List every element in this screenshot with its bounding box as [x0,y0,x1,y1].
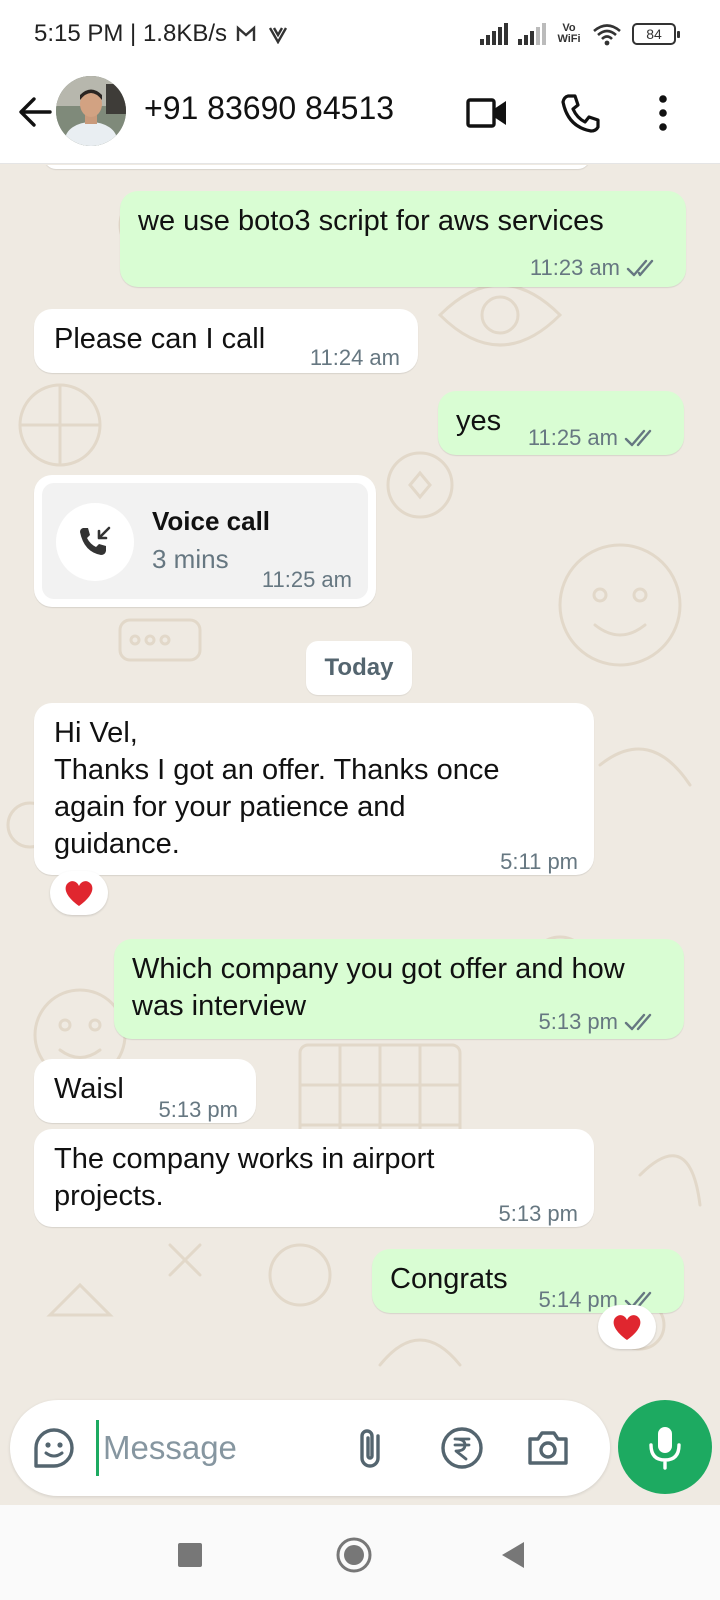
phone-call-icon[interactable] [558,90,604,136]
message-text: yes [456,405,502,437]
voice-call-bubble[interactable]: Voice call 3 mins 11:25 am [34,475,376,607]
reaction-badge[interactable] [50,871,108,915]
video-call-icon[interactable] [464,90,510,136]
message-composer [10,1400,610,1496]
voice-record-button[interactable] [618,1400,712,1494]
message-text: Hi Vel, Thanks I got an offer. Thanks on… [54,717,500,860]
call-card: Voice call 3 mins 11:25 am [42,483,368,599]
message-bubble[interactable]: Hi Vel, Thanks I got an offer. Thanks on… [34,703,594,875]
signal-icon [480,23,508,45]
status-bar: 5:15 PM | 1.8KB/s Vo WiFi 84 [0,0,720,68]
attach-icon[interactable] [348,1424,396,1472]
message-time: 5:11 pm [500,849,578,874]
contact-name[interactable]: +91 83690 84513 [144,90,394,127]
message-time: 5:13 pm [158,1097,239,1122]
chat-header: +91 83690 84513 [0,68,720,164]
message-text: Please can I call [54,323,266,355]
back-arrow-icon[interactable] [14,90,58,134]
message-meta: 11:25 am [262,561,352,598]
double-tick-icon [624,1013,652,1030]
wifi-icon [593,24,621,46]
back-button-icon[interactable] [494,1535,534,1575]
call-icon-circle [56,503,134,581]
message-bubble[interactable]: The company works in airport projects. 5… [34,1129,594,1227]
microphone-icon [649,1427,681,1470]
message-text: Waisl [54,1073,124,1105]
message-meta: 11:24 am [310,339,400,376]
signal-2-icon [518,23,546,45]
message-text: Congrats [390,1263,508,1295]
message-time: 11:25 am [261,567,352,592]
message-input[interactable] [96,1420,296,1476]
avatar[interactable] [56,76,126,146]
message-bubble[interactable]: Which company you got offer and how was … [114,939,684,1039]
status-right-cluster: Vo WiFi 84 [480,18,680,50]
reaction-badge[interactable] [598,1305,656,1349]
message-bubble[interactable]: we use boto3 script for aws services 11:… [120,191,686,287]
message-meta: 5:13 pm [159,1091,239,1128]
message-text: The company works in airport projects. [54,1143,435,1212]
message-time: 5:13 pm [538,1009,619,1034]
message-bubble-partial[interactable] [44,165,590,169]
status-notification-icons [236,25,288,44]
message-bubble[interactable]: Waisl 5:13 pm [34,1059,256,1123]
message-bubble[interactable]: yes 11:25 am [438,391,684,455]
date-divider: Today [306,641,412,695]
home-button-icon[interactable] [334,1535,374,1575]
message-bubble[interactable]: Congrats 5:14 pm [372,1249,684,1313]
vowifi-label: Vo WiFi [557,22,581,45]
call-duration: 3 mins [152,544,229,574]
recents-button-icon[interactable] [170,1535,210,1575]
status-time: 5:15 PM | 1.8KB/s [34,20,227,47]
double-tick-icon [626,259,654,276]
call-title: Voice call [152,506,271,536]
system-navigation-bar [0,1505,720,1600]
incoming-call-icon [80,526,111,555]
message-bubble[interactable]: Please can I call 11:24 am [34,309,418,373]
heart-icon [65,881,93,906]
message-meta: 11:25 am [528,419,658,456]
double-tick-icon [624,429,652,446]
message-meta: 5:13 pm [539,1003,659,1040]
chat-area[interactable]: we use boto3 script for aws services 11:… [0,165,720,1400]
camera-icon[interactable] [524,1424,572,1472]
heart-icon [613,1315,641,1340]
message-meta: 5:11 pm [500,843,578,880]
message-text: we use boto3 script for aws services [138,205,604,237]
message-time: 11:24 am [309,345,400,370]
message-time: 5:13 pm [498,1201,579,1226]
message-time: 11:25 am [527,425,618,450]
rupee-payment-icon[interactable] [438,1424,486,1472]
more-options-icon[interactable] [640,90,686,136]
battery-icon: 84 [632,23,680,45]
message-meta: 11:23 am [530,249,660,286]
message-time: 11:23 am [529,255,620,280]
message-meta: 5:13 pm [499,1195,579,1232]
sticker-icon[interactable] [30,1424,78,1472]
